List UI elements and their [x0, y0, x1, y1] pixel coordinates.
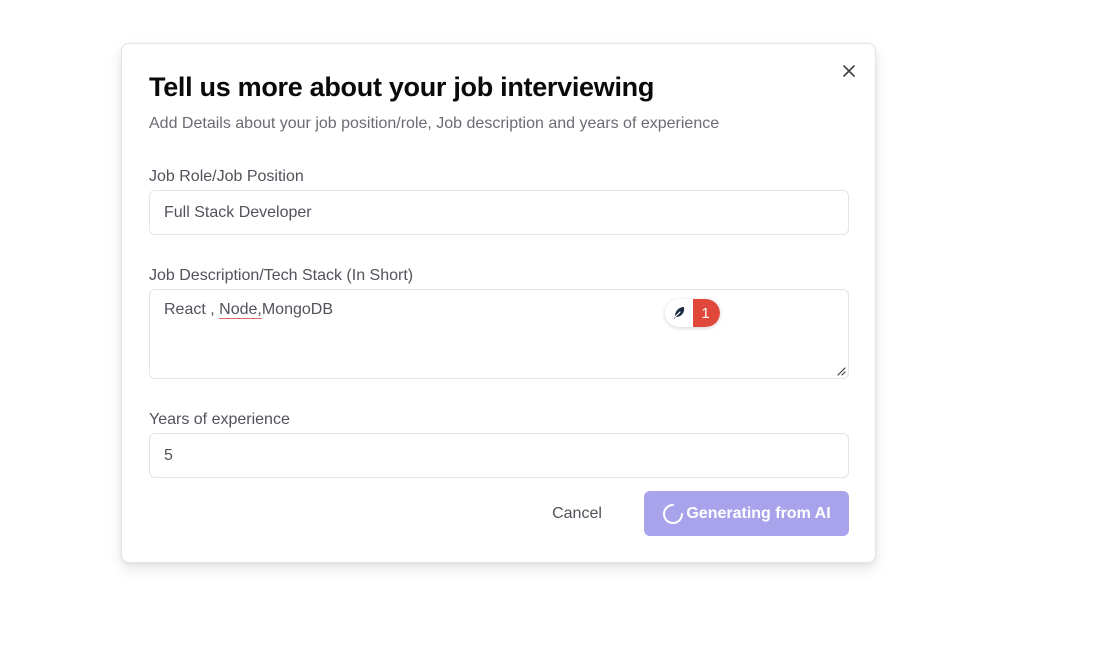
dialog-title: Tell us more about your job interviewing	[149, 72, 655, 102]
years-experience-value: 5	[164, 447, 173, 464]
job-description-text-part: React ,	[164, 301, 220, 318]
spelling-flagged-word[interactable]: Node,	[219, 301, 262, 318]
close-button[interactable]	[840, 62, 858, 80]
job-role-input[interactable]: Full Stack Developer	[149, 190, 849, 235]
dialog-subtitle: Add Details about your job position/role…	[149, 115, 720, 132]
spinner-icon	[662, 503, 684, 525]
close-icon	[843, 65, 855, 77]
resize-handle-icon[interactable]	[837, 367, 846, 376]
years-experience-input[interactable]: 5	[149, 433, 849, 478]
generate-button-label: Generating from AI	[686, 504, 831, 522]
grammar-issue-count: 1	[693, 299, 720, 327]
cancel-button[interactable]: Cancel	[530, 491, 624, 536]
job-role-value: Full Stack Developer	[164, 204, 312, 221]
grammar-logo	[665, 299, 693, 327]
interview-details-dialog: Tell us more about your job interviewing…	[121, 43, 876, 563]
grammar-assistant-widget[interactable]: 1	[665, 299, 720, 327]
job-role-label: Job Role/Job Position	[149, 168, 304, 185]
feather-icon	[674, 307, 685, 319]
job-description-text-part: MongoDB	[261, 301, 333, 318]
generate-button[interactable]: Generating from AI	[644, 491, 849, 536]
job-description-label: Job Description/Tech Stack (In Short)	[149, 267, 414, 284]
years-experience-label: Years of experience	[149, 411, 290, 428]
job-description-textarea[interactable]: React , Node,MongoDB	[149, 289, 849, 379]
